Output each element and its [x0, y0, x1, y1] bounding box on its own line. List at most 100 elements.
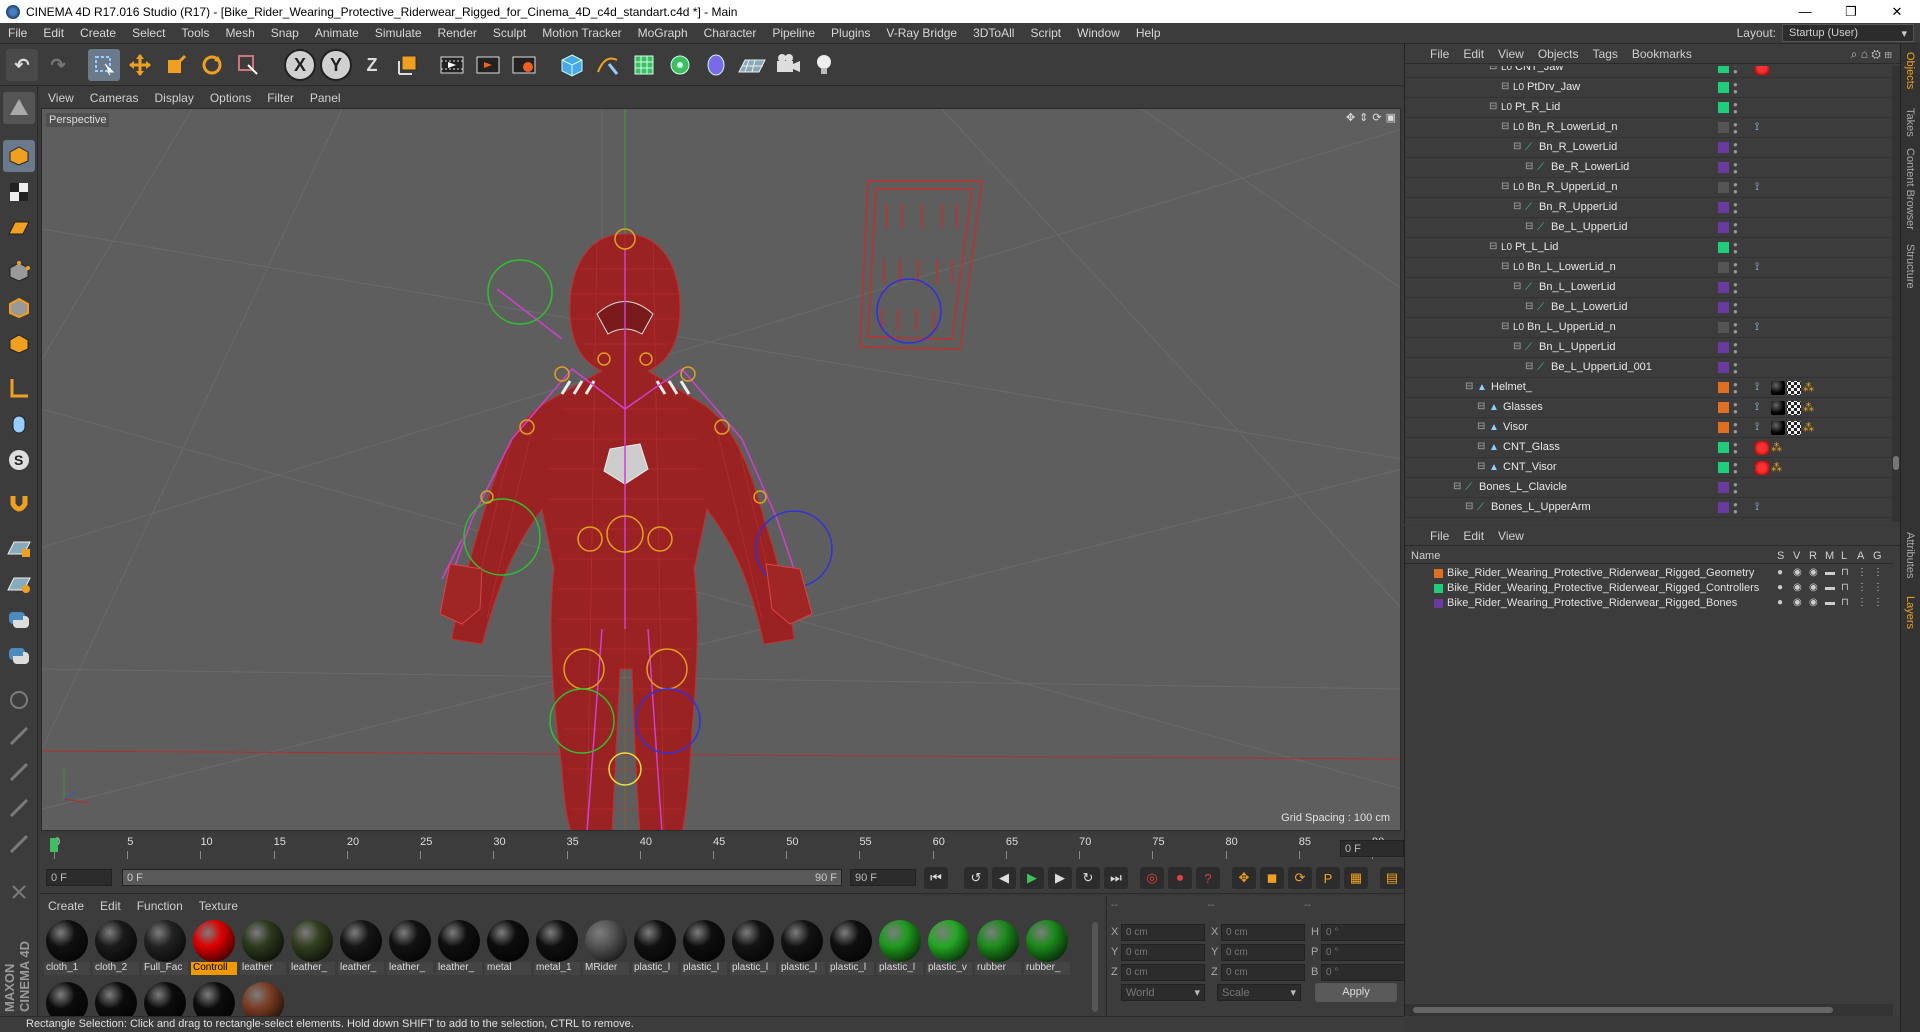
tree-expander-icon[interactable]: ⊟: [1465, 501, 1473, 512]
visibility-dots-icon[interactable]: ● ●: [1733, 281, 1738, 296]
visible-eye-icon[interactable]: ◉: [1793, 597, 1802, 608]
expand-icon[interactable]: ⊞: [1884, 47, 1892, 61]
visibility-dots-icon[interactable]: ● ●: [1733, 261, 1738, 276]
snap-icon[interactable]: S: [3, 444, 35, 476]
viewport-menu-display[interactable]: Display: [146, 91, 201, 105]
live-selection-icon[interactable]: [88, 49, 120, 81]
tree-expander-icon[interactable]: ⊟: [1477, 401, 1485, 412]
tree-expander-icon[interactable]: ⊟: [1525, 161, 1533, 172]
menu-select[interactable]: Select: [124, 26, 173, 40]
quick-shading-icon[interactable]: [3, 568, 35, 600]
visibility-dots-icon[interactable]: ● ●: [1733, 201, 1738, 216]
python-icon[interactable]: [3, 604, 35, 636]
render-icon[interactable]: ◉: [1809, 567, 1818, 578]
manager-icon[interactable]: ▬: [1825, 567, 1835, 578]
tree-expander-icon[interactable]: ⊟: [1453, 481, 1461, 492]
material-menu-create[interactable]: Create: [40, 899, 92, 913]
menu-tools[interactable]: Tools: [173, 26, 217, 40]
solo-dot-icon[interactable]: ●: [1777, 567, 1783, 578]
visibility-dots-icon[interactable]: ● ●: [1733, 221, 1738, 236]
tree-expander-icon[interactable]: ⊟: [1489, 101, 1497, 112]
model-mode-icon[interactable]: [3, 140, 35, 172]
manager-icon[interactable]: ▬: [1825, 597, 1835, 608]
tab-content-browser[interactable]: Content Browser: [1904, 148, 1916, 230]
generator-icon[interactable]: ⋮: [1873, 597, 1883, 608]
search-icon[interactable]: ⌕: [1851, 47, 1858, 61]
menu-file[interactable]: File: [0, 26, 35, 40]
edges-mode-icon[interactable]: [3, 292, 35, 324]
layer-color-swatch[interactable]: [1718, 82, 1729, 93]
layer-menu-file[interactable]: File: [1423, 529, 1456, 543]
edit-render-settings-icon[interactable]: [508, 49, 540, 81]
animation-icon[interactable]: ⋮: [1857, 597, 1867, 608]
object-row[interactable]: ⊟ ⟋ Be_L_LowerLid ● ●: [1405, 298, 1893, 318]
material-menu-texture[interactable]: Texture: [191, 899, 246, 913]
visibility-dots-icon[interactable]: ● ●: [1733, 241, 1738, 256]
workplane-icon[interactable]: [3, 212, 35, 244]
menu-window[interactable]: Window: [1069, 26, 1128, 40]
material-swatch[interactable]: MRider: [583, 918, 629, 978]
visibility-dots-icon[interactable]: ● ●: [1733, 301, 1738, 316]
coord-value-field[interactable]: 0 cm: [1221, 924, 1305, 941]
menu-mesh[interactable]: Mesh: [217, 26, 262, 40]
tweak-mode-icon[interactable]: [3, 408, 35, 440]
tree-expander-icon[interactable]: ⊟: [1513, 201, 1521, 212]
material-swatch[interactable]: metal_1: [534, 918, 580, 978]
current-frame-field[interactable]: 0 F: [1340, 840, 1404, 857]
cloner-icon[interactable]: [664, 49, 696, 81]
points-mode-icon[interactable]: [3, 256, 35, 288]
z-axis-button[interactable]: Z: [356, 49, 388, 81]
red-tag-icon[interactable]: [1755, 441, 1769, 455]
object-row[interactable]: ⊟ ⟋ Bn_L_LowerLid ● ●: [1405, 278, 1893, 298]
record-key-icon[interactable]: ◎: [1140, 867, 1164, 889]
layer-color-swatch[interactable]: [1718, 182, 1729, 193]
object-menu-file[interactable]: File: [1423, 47, 1456, 61]
render-icon[interactable]: ◉: [1809, 597, 1818, 608]
menu-simulate[interactable]: Simulate: [367, 26, 430, 40]
menu-character[interactable]: Character: [696, 26, 765, 40]
visibility-dots-icon[interactable]: ● ●: [1733, 421, 1738, 436]
tree-expander-icon[interactable]: ⊟: [1489, 241, 1497, 252]
ik-tag-icon[interactable]: ⟟: [1755, 261, 1769, 275]
maximize-button[interactable]: ❐: [1828, 0, 1874, 23]
object-row[interactable]: ⊟ L0 Bn_R_UpperLid_n ● ● ⟟: [1405, 178, 1893, 198]
object-row[interactable]: ⊟ ⟋ Be_L_UpperLid ● ●: [1405, 218, 1893, 238]
visibility-dots-icon[interactable]: ● ●: [1733, 441, 1738, 456]
manager-icon[interactable]: ▬: [1825, 582, 1835, 593]
render-to-picture-viewer-icon[interactable]: [472, 49, 504, 81]
disabled-tool-icon[interactable]: [3, 828, 35, 860]
tree-expander-icon[interactable]: ⊟: [1513, 141, 1521, 152]
lock-icon[interactable]: ⊓: [1841, 567, 1849, 578]
undo-button[interactable]: ↶: [6, 49, 38, 81]
orbit-icon[interactable]: ⟳: [1372, 111, 1381, 124]
3d-viewport[interactable]: Perspective Grid Spacing : 100 cm ✥ ⇕ ⟳ ▣: [41, 108, 1401, 831]
material-swatch[interactable]: leather: [240, 918, 286, 978]
visibility-dots-icon[interactable]: ● ●: [1733, 81, 1738, 96]
menu-animate[interactable]: Animate: [307, 26, 367, 40]
object-row[interactable]: ⊟ L0CNT_Jaw ● ●: [1405, 66, 1893, 78]
visibility-dots-icon[interactable]: ● ●: [1733, 501, 1738, 516]
tab-structure[interactable]: Structure: [1904, 244, 1916, 289]
menu-help[interactable]: Help: [1128, 26, 1169, 40]
tree-expander-icon[interactable]: ⊟: [1501, 181, 1509, 192]
layer-color-swatch[interactable]: [1718, 502, 1729, 513]
tree-expander-icon[interactable]: ⊟: [1513, 341, 1521, 352]
dots-tag-icon[interactable]: ⁂: [1803, 381, 1817, 395]
viewport-menu-panel[interactable]: Panel: [302, 91, 349, 105]
layer-color-swatch[interactable]: [1718, 402, 1729, 413]
material-swatch[interactable]: [142, 980, 188, 1024]
menu-render[interactable]: Render: [430, 26, 485, 40]
layer-menu-view[interactable]: View: [1491, 529, 1531, 543]
visibility-dots-icon[interactable]: ● ●: [1733, 381, 1738, 396]
viewport-menu-view[interactable]: View: [40, 91, 82, 105]
visibility-dots-icon[interactable]: ● ●: [1733, 121, 1738, 136]
visibility-dots-icon[interactable]: ● ●: [1733, 461, 1738, 476]
recent-tools-icon[interactable]: [232, 49, 264, 81]
pan-icon[interactable]: ✥: [1346, 111, 1355, 124]
disabled-tool-icon[interactable]: [3, 756, 35, 788]
check-tag-icon[interactable]: [1787, 421, 1801, 435]
material-swatch[interactable]: rubber_: [1024, 918, 1070, 978]
disabled-tool-icon[interactable]: [3, 876, 35, 908]
material-swatch[interactable]: leather_: [436, 918, 482, 978]
menu-create[interactable]: Create: [72, 26, 124, 40]
